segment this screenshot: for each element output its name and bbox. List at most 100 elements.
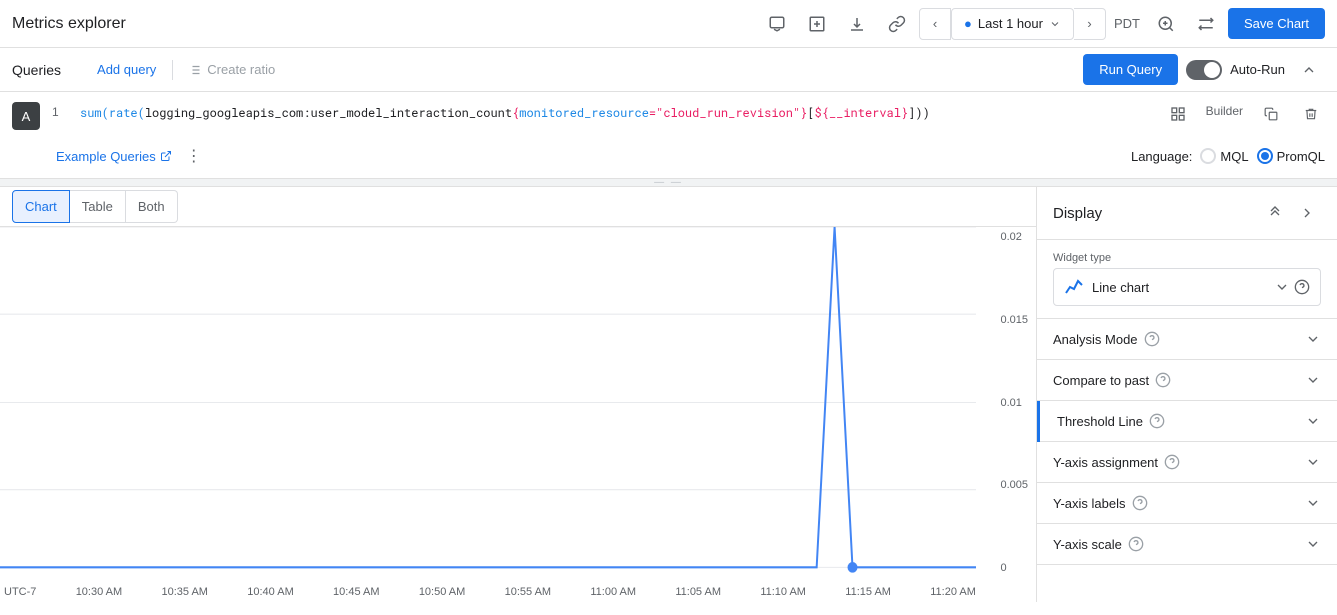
promql-radio-option[interactable]: PromQL [1257, 148, 1325, 164]
query-row-1: A 1 sum(rate(logging_googleapis_com:user… [0, 92, 1337, 138]
display-option-analysis-mode[interactable]: Analysis Mode [1037, 319, 1337, 360]
query-braces: {monitored_resource="cloud_run_revision"… [512, 105, 807, 121]
create-ratio-button[interactable]: Create ratio [181, 58, 283, 81]
create-ratio-label: Create ratio [207, 62, 275, 77]
analysis-mode-label: Analysis Mode [1053, 332, 1138, 347]
display-option-y-axis-labels[interactable]: Y-axis labels [1037, 483, 1337, 524]
mql-label: MQL [1220, 149, 1248, 164]
time-range-label: Last 1 hour [978, 16, 1043, 31]
display-option-y-axis-scale[interactable]: Y-axis scale [1037, 524, 1337, 565]
x-label-1110: 11:10 AM [760, 586, 806, 598]
y-label-3: 0.005 [1000, 479, 1028, 491]
chart-tabs: Chart Table Both [0, 187, 1036, 227]
line-chart-icon [1064, 277, 1084, 297]
y-axis-labels-label: Y-axis labels [1053, 496, 1126, 511]
x-label-1115: 11:15 AM [845, 586, 891, 598]
tab-chart[interactable]: Chart [12, 190, 70, 223]
y-label-4: 0 [1000, 562, 1028, 574]
copy-query-btn[interactable] [1257, 100, 1285, 128]
y-axis-scale-label: Y-axis scale [1053, 537, 1122, 552]
y-axis-scale-help-icon [1128, 536, 1144, 552]
queries-title: Queries [12, 62, 61, 78]
threshold-chevron-icon [1305, 413, 1321, 429]
builder-label: Builder [1204, 100, 1245, 122]
x-label-1055: 10:55 AM [505, 586, 551, 598]
collapse-queries-button[interactable] [1293, 54, 1325, 86]
query-bracket-open: [ [807, 105, 814, 121]
y-label-0: 0.02 [1000, 231, 1028, 243]
chart-line [0, 227, 976, 567]
x-label-1035: 10:35 AM [161, 586, 207, 598]
threshold-line-wrapper: Threshold Line [1037, 401, 1337, 442]
chart-dot [848, 562, 858, 573]
display-expand-btn[interactable] [1293, 199, 1321, 227]
drag-handle[interactable]: — — [0, 178, 1337, 186]
widget-type-section: Widget type Line chart [1037, 240, 1337, 319]
chart-svg [0, 227, 976, 578]
query-text-input[interactable]: sum(rate(logging_googleapis_com:user_mod… [80, 100, 1152, 123]
timezone-label: PDT [1110, 16, 1144, 31]
x-label-1030: 10:30 AM [76, 586, 122, 598]
display-option-threshold[interactable]: Threshold Line [1037, 401, 1337, 442]
y-axis-assignment-help-icon [1164, 454, 1180, 470]
compare-icon-btn[interactable] [1188, 6, 1224, 42]
add-query-button[interactable]: Add query [69, 58, 164, 82]
queries-left: Queries Add query Create ratio [12, 58, 283, 82]
example-queries-link[interactable]: Example Queries [56, 149, 172, 164]
promql-label: PromQL [1277, 149, 1325, 164]
widget-type-left: Line chart [1064, 277, 1149, 297]
add-query-label: Add query [97, 62, 156, 77]
compare-past-label: Compare to past [1053, 373, 1149, 388]
display-collapse-btn[interactable] [1261, 199, 1289, 227]
link-icon-btn[interactable] [879, 6, 915, 42]
display-option-compare-past[interactable]: Compare to past [1037, 360, 1337, 401]
add-chart-icon-btn[interactable] [799, 6, 835, 42]
y-axis-assignment-label: Y-axis assignment [1053, 455, 1158, 470]
widget-type-value: Line chart [1092, 280, 1149, 295]
download-icon-btn[interactable] [839, 6, 875, 42]
query-editor-toolbar: Example Queries ⋮ Language: MQL PromQL [0, 138, 1337, 178]
mql-radio-circle [1200, 148, 1216, 164]
help-circle-icon [1294, 279, 1310, 295]
top-bar-actions: ‹ ● Last 1 hour › PDT Save Chart [759, 6, 1325, 42]
run-query-button[interactable]: Run Query [1083, 54, 1178, 85]
save-chart-button[interactable]: Save Chart [1228, 8, 1325, 39]
x-axis-labels: UTC-7 10:30 AM 10:35 AM 10:40 AM 10:45 A… [4, 586, 976, 598]
compare-past-left: Compare to past [1053, 372, 1171, 388]
x-label-tz: UTC-7 [4, 586, 36, 598]
time-nav-arrows: ‹ ● Last 1 hour › [919, 8, 1106, 40]
time-prev-btn[interactable]: ‹ [919, 8, 951, 40]
display-option-y-axis-assignment[interactable]: Y-axis assignment [1037, 442, 1337, 483]
y-axis-labels: 0.02 0.015 0.01 0.005 0 [1000, 227, 1028, 578]
auto-run-toggle[interactable] [1186, 60, 1222, 80]
widget-type-select[interactable]: Line chart [1053, 268, 1321, 306]
zoom-icon-btn[interactable] [1148, 6, 1184, 42]
top-bar: Metrics explorer ‹ ● Last 1 hour › PDT [0, 0, 1337, 48]
y-axis-labels-help-icon [1132, 495, 1148, 511]
query-editor-area: A 1 sum(rate(logging_googleapis_com:user… [0, 92, 1337, 187]
time-range-btn[interactable]: ● Last 1 hour [951, 8, 1074, 40]
display-header-actions [1261, 199, 1321, 227]
chat-icon-btn[interactable] [759, 6, 795, 42]
delete-query-btn[interactable] [1297, 100, 1325, 128]
x-label-1040: 10:40 AM [247, 586, 293, 598]
x-label-1050: 10:50 AM [419, 586, 465, 598]
x-label-1100: 11:00 AM [590, 586, 636, 598]
tab-table[interactable]: Table [70, 190, 126, 223]
widget-type-actions [1274, 279, 1310, 295]
y-label-1: 0.015 [1000, 314, 1028, 326]
divider [172, 60, 173, 80]
query-line-number: 1 [52, 100, 68, 119]
mql-radio-option[interactable]: MQL [1200, 148, 1248, 164]
queries-bar: Queries Add query Create ratio Run Query… [0, 48, 1337, 92]
compare-past-chevron-icon [1305, 372, 1321, 388]
more-options-btn[interactable]: ⋮ [180, 142, 208, 170]
tab-both[interactable]: Both [126, 190, 178, 223]
toolbar-left: Example Queries ⋮ [56, 142, 208, 170]
y-axis-scale-left: Y-axis scale [1053, 536, 1144, 552]
promql-radio-circle [1257, 148, 1273, 164]
time-next-btn[interactable]: › [1074, 8, 1106, 40]
y-axis-labels-left: Y-axis labels [1053, 495, 1148, 511]
widget-type-label: Widget type [1053, 252, 1321, 264]
builder-icon-btn[interactable] [1164, 100, 1192, 128]
